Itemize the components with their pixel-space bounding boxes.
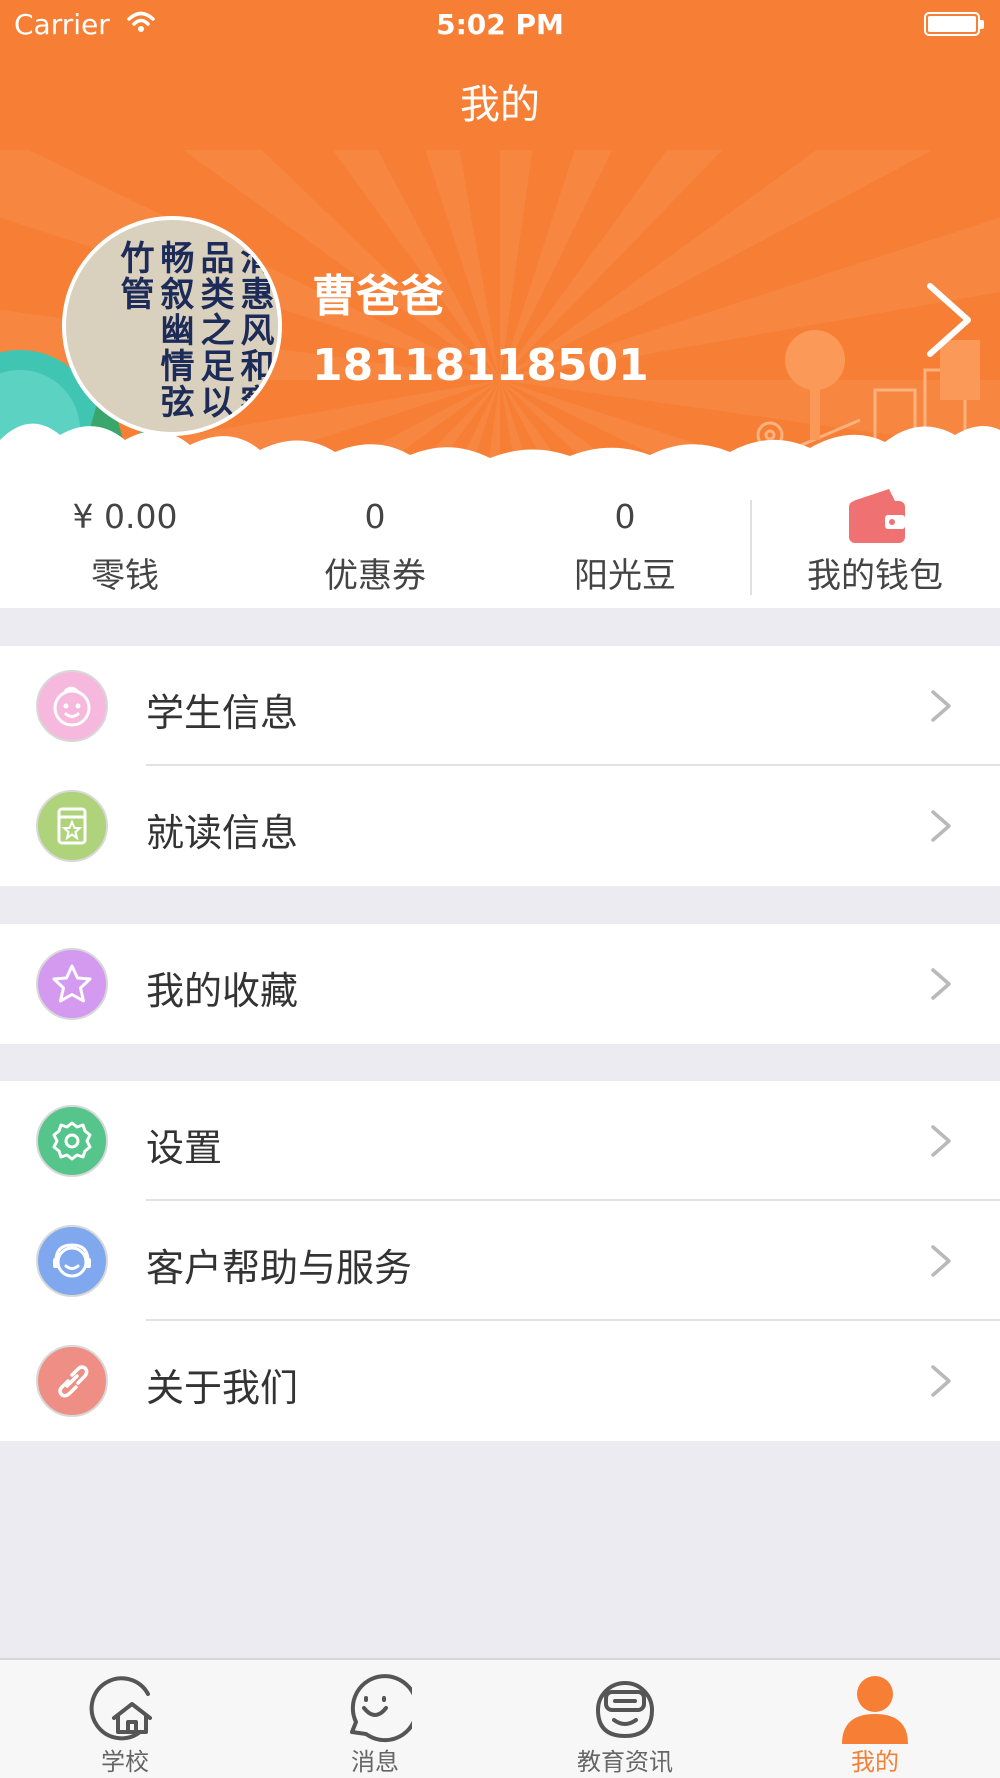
profile-header: Carrier 5:02 PM 我的 清惠风和察品类之足以畅叙幽情弦竹管 曹爸爸… <box>0 0 1000 500</box>
status-bar: Carrier 5:02 PM <box>0 0 1000 50</box>
sunshine-beans-label: 阳光豆 <box>574 556 676 596</box>
my-wallet-button[interactable]: 我的钱包 <box>750 475 1000 608</box>
gear-icon <box>36 1105 108 1177</box>
student-info-label: 学生信息 <box>146 691 299 735</box>
tab-education-news-label: 教育资讯 <box>577 1748 673 1776</box>
enrollment-info-label: 就读信息 <box>146 811 299 855</box>
profile-screen: Carrier 5:02 PM 我的 清惠风和察品类之足以畅叙幽情弦竹管 曹爸爸… <box>0 0 1000 1778</box>
chevron-right-icon <box>931 690 951 722</box>
settings-label: 设置 <box>146 1126 223 1170</box>
baby-face-icon <box>36 670 108 742</box>
chevron-right-icon <box>931 1245 951 1277</box>
smile-chat-icon <box>350 1674 412 1743</box>
tab-education-news[interactable]: 教育资讯 <box>500 1660 750 1778</box>
menu-item-customer-help[interactable]: 客户帮助与服务 <box>0 1201 1000 1321</box>
menu-item-student-info[interactable]: 学生信息 <box>0 646 1000 766</box>
menu-item-favorites[interactable]: 我的收藏 <box>0 924 1000 1044</box>
tab-school-label: 学校 <box>101 1748 149 1776</box>
tab-bar: 学校 消息 教育资讯 我的 <box>0 1658 1000 1778</box>
link-icon <box>36 1345 108 1417</box>
news-robot-icon <box>596 1681 654 1738</box>
sunshine-beans-value: 0 <box>614 497 636 536</box>
user-phone: 18118118501 <box>312 340 649 391</box>
menu-item-settings[interactable]: 设置 <box>0 1081 1000 1201</box>
menu-item-about-us[interactable]: 关于我们 <box>0 1321 1000 1441</box>
chevron-right-icon <box>931 968 951 1000</box>
avatar-calligraphy: 清惠风和察品类之足以畅叙幽情弦竹管 <box>114 240 274 420</box>
coupons-value: 0 <box>364 497 386 536</box>
tab-messages[interactable]: 消息 <box>250 1660 500 1778</box>
chevron-right-icon[interactable] <box>920 280 980 360</box>
wallet-stats: ¥ 0.00 零钱 0 优惠券 0 阳光豆 我的钱包 <box>0 475 1000 608</box>
customer-help-label: 客户帮助与服务 <box>146 1246 413 1290</box>
coupons-label: 优惠券 <box>324 556 426 596</box>
stat-change[interactable]: ¥ 0.00 零钱 <box>0 475 250 608</box>
menu-group-student: 学生信息 就读信息 <box>0 646 1000 886</box>
tab-messages-label: 消息 <box>351 1748 399 1776</box>
stat-sunshine-beans[interactable]: 0 阳光豆 <box>500 475 750 608</box>
chevron-right-icon <box>931 810 951 842</box>
user-name: 曹爸爸 <box>312 271 444 322</box>
person-icon <box>842 1676 908 1744</box>
menu-item-enrollment-info[interactable]: 就读信息 <box>0 766 1000 886</box>
star-icon <box>36 948 108 1020</box>
menu-group-favorites: 我的收藏 <box>0 924 1000 1044</box>
clock: 5:02 PM <box>436 8 564 41</box>
chevron-right-icon <box>931 1365 951 1397</box>
stat-coupons[interactable]: 0 优惠券 <box>250 475 500 608</box>
about-us-label: 关于我们 <box>146 1366 299 1410</box>
home-icon <box>89 1676 152 1741</box>
change-value: ¥ 0.00 <box>72 497 178 536</box>
id-card-icon <box>36 790 108 862</box>
tab-mine-label: 我的 <box>851 1748 899 1776</box>
tab-school[interactable]: 学校 <box>0 1660 250 1778</box>
tab-mine[interactable]: 我的 <box>750 1660 1000 1778</box>
favorites-label: 我的收藏 <box>146 969 299 1013</box>
battery-icon <box>924 12 984 36</box>
page-title: 我的 <box>460 82 540 128</box>
wallet-label: 我的钱包 <box>807 556 943 596</box>
menu-group-settings: 设置 客户帮助与服务 关于我们 <box>0 1081 1000 1441</box>
change-label: 零钱 <box>91 556 159 596</box>
wallet-icon <box>849 489 905 543</box>
chevron-right-icon <box>931 1125 951 1157</box>
headset-icon <box>36 1225 108 1297</box>
